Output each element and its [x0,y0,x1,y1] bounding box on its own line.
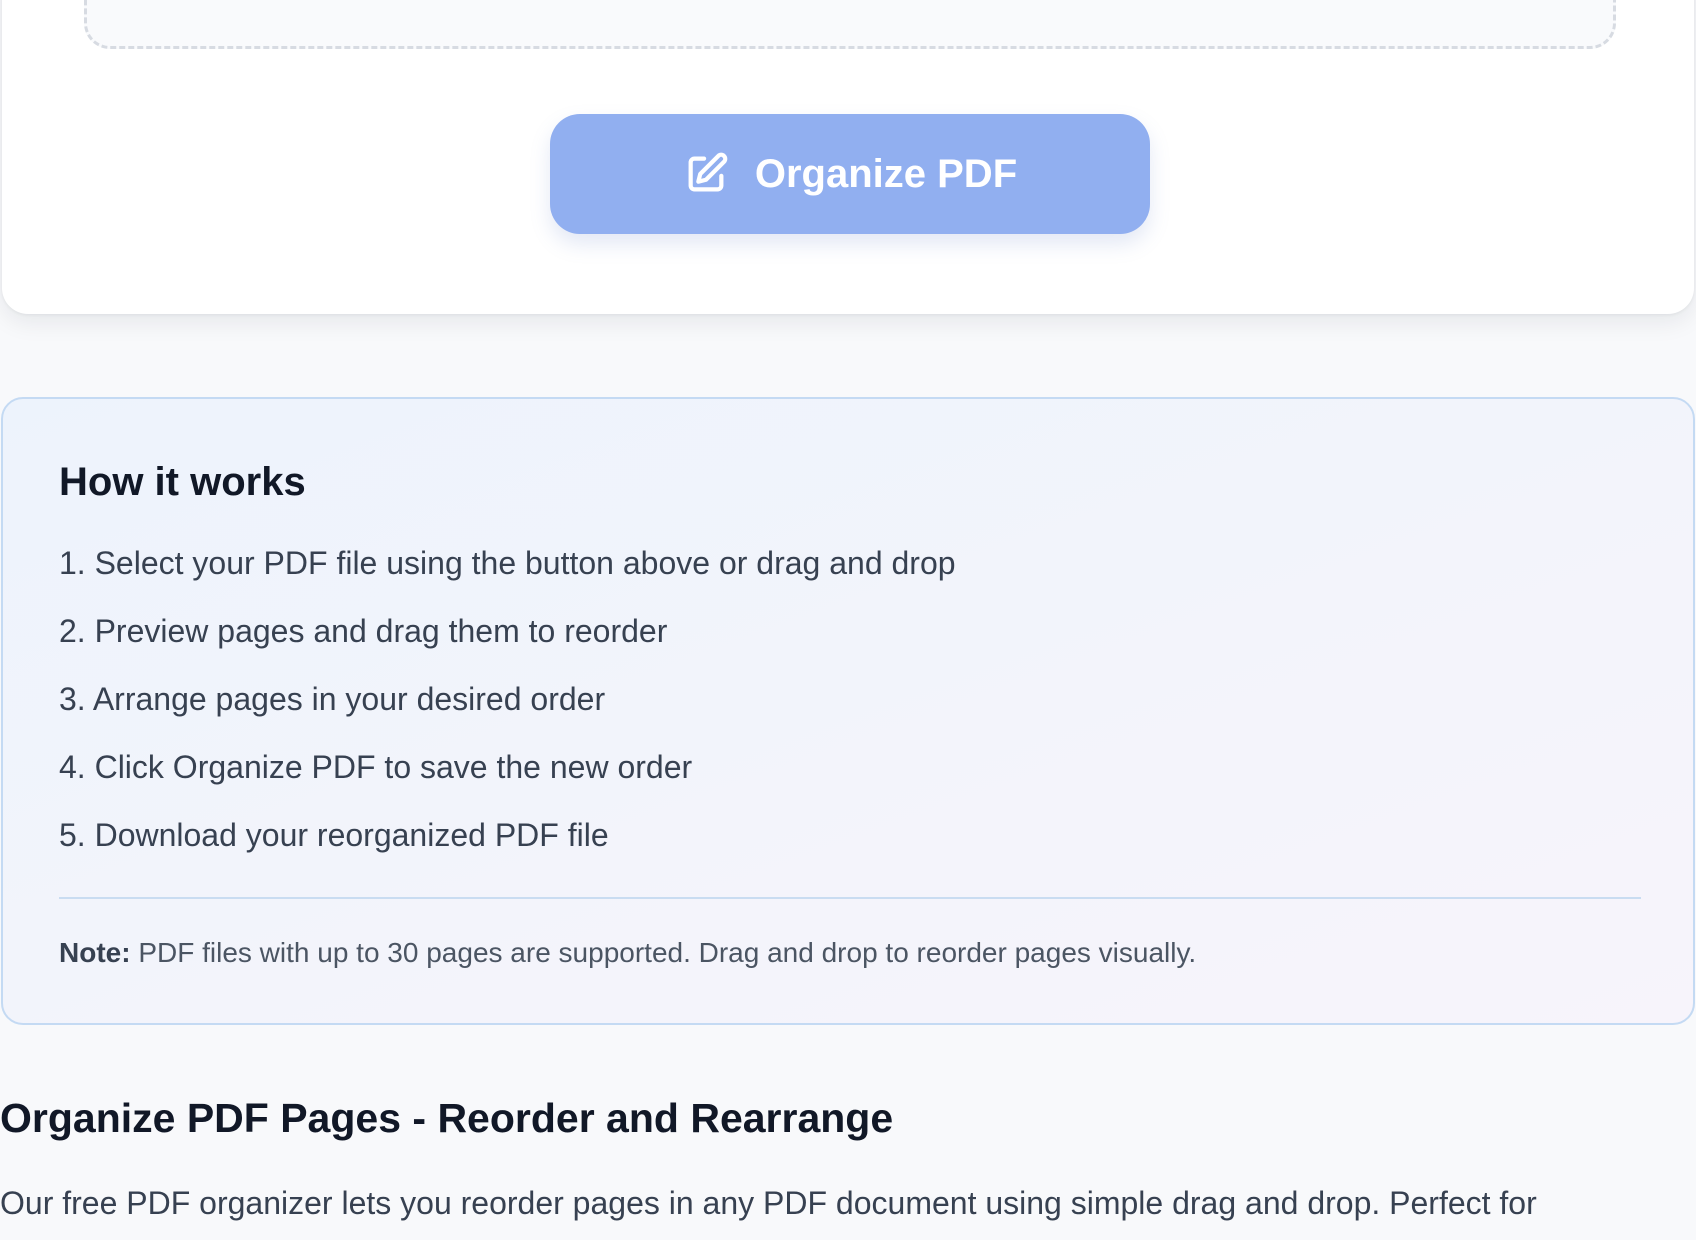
organize-pdf-button-label: Organize PDF [754,151,1018,196]
how-it-works-panel: How it works 1. Select your PDF file usi… [1,397,1695,1025]
how-it-works-title: How it works [59,460,306,504]
note-label: Note: [59,937,131,968]
organize-pdf-button[interactable]: Organize PDF [550,114,1150,234]
edit-square-icon [683,151,729,197]
note-body: PDF files with up to 30 pages are suppor… [130,937,1197,968]
upload-card: Organize PDF [2,0,1694,314]
section-title: Organize PDF Pages - Reorder and Rearran… [0,1095,894,1141]
note-text: Note: PDF files with up to 30 pages are … [59,935,1637,971]
file-drop-zone[interactable] [84,0,1616,49]
divider [59,897,1641,899]
page: Organize PDF How it works 1. Select your… [0,0,1696,1240]
step-item: 4. Click Organize PDF to save the new or… [59,749,693,785]
step-item: 1. Select your PDF file using the button… [59,545,956,581]
step-item: 2. Preview pages and drag them to reorde… [59,613,668,649]
steps-list: 1. Select your PDF file using the button… [59,543,1637,883]
step-item: 5. Download your reorganized PDF file [59,817,609,853]
step-item: 3. Arrange pages in your desired order [59,681,606,717]
section-body: Our free PDF organizer lets you reorder … [0,1185,1537,1221]
